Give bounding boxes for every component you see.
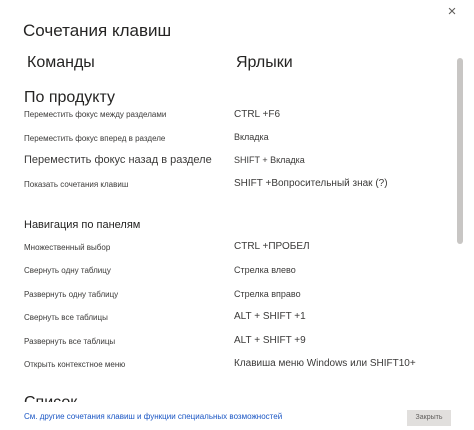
command-label: Переместить фокус назад в разделе (24, 154, 212, 166)
more-shortcuts-link[interactable]: См. другие сочетания клавиш и функции сп… (24, 412, 282, 421)
close-icon[interactable]: × (444, 4, 460, 20)
shortcut-label: ALT + SHIFT +1 (234, 311, 306, 322)
shortcut-label: ALT + SHIFT +9 (234, 335, 306, 346)
close-button[interactable]: Закрыть (407, 410, 451, 426)
shortcuts-column-header: Ярлыки (236, 54, 293, 71)
dialog-title: Сочетания клавиш (23, 21, 172, 40)
shortcut-label: Клавиша меню Windows или SHIFT10+ (234, 358, 416, 369)
section-title-partial: Список (24, 394, 77, 402)
command-label: Показать сочетания клавиш (24, 180, 129, 189)
shortcut-label: CTRL +ПРОБЕЛ (234, 241, 310, 252)
command-label: Переместить фокус между разделами (24, 110, 167, 119)
command-label: Развернуть все таблицы (24, 337, 116, 346)
section-title-product: По продукту (24, 89, 115, 106)
command-label: Свернуть все таблицы (24, 313, 108, 322)
shortcut-label: CTRL +F6 (234, 109, 281, 120)
shortcuts-list[interactable]: Команды Ярлыки По продукту Переместить ф… (0, 50, 462, 402)
section-title-panels: Навигация по панелям (24, 219, 141, 231)
scrollbar-thumb[interactable] (457, 58, 463, 244)
scrollbar[interactable] (457, 58, 463, 394)
shortcut-label: SHIFT +Вопросительный знак (?) (234, 178, 388, 189)
shortcut-label: SHIFT + Вкладка (234, 155, 305, 165)
commands-column-header: Команды (27, 54, 95, 71)
command-label: Множественный выбор (24, 243, 111, 252)
shortcut-label: Стрелка вправо (234, 289, 301, 299)
shortcut-label: Вкладка (234, 132, 269, 142)
command-label: Развернуть одну таблицу (24, 290, 119, 299)
command-label: Открыть контекстное меню (24, 360, 126, 369)
shortcut-label: Стрелка влево (234, 265, 296, 275)
command-label: Переместить фокус вперед в разделе (24, 134, 166, 143)
command-label: Свернуть одну таблицу (24, 266, 111, 275)
keyboard-shortcuts-dialog: × Сочетания клавиш Команды Ярлыки По про… (0, 0, 474, 430)
